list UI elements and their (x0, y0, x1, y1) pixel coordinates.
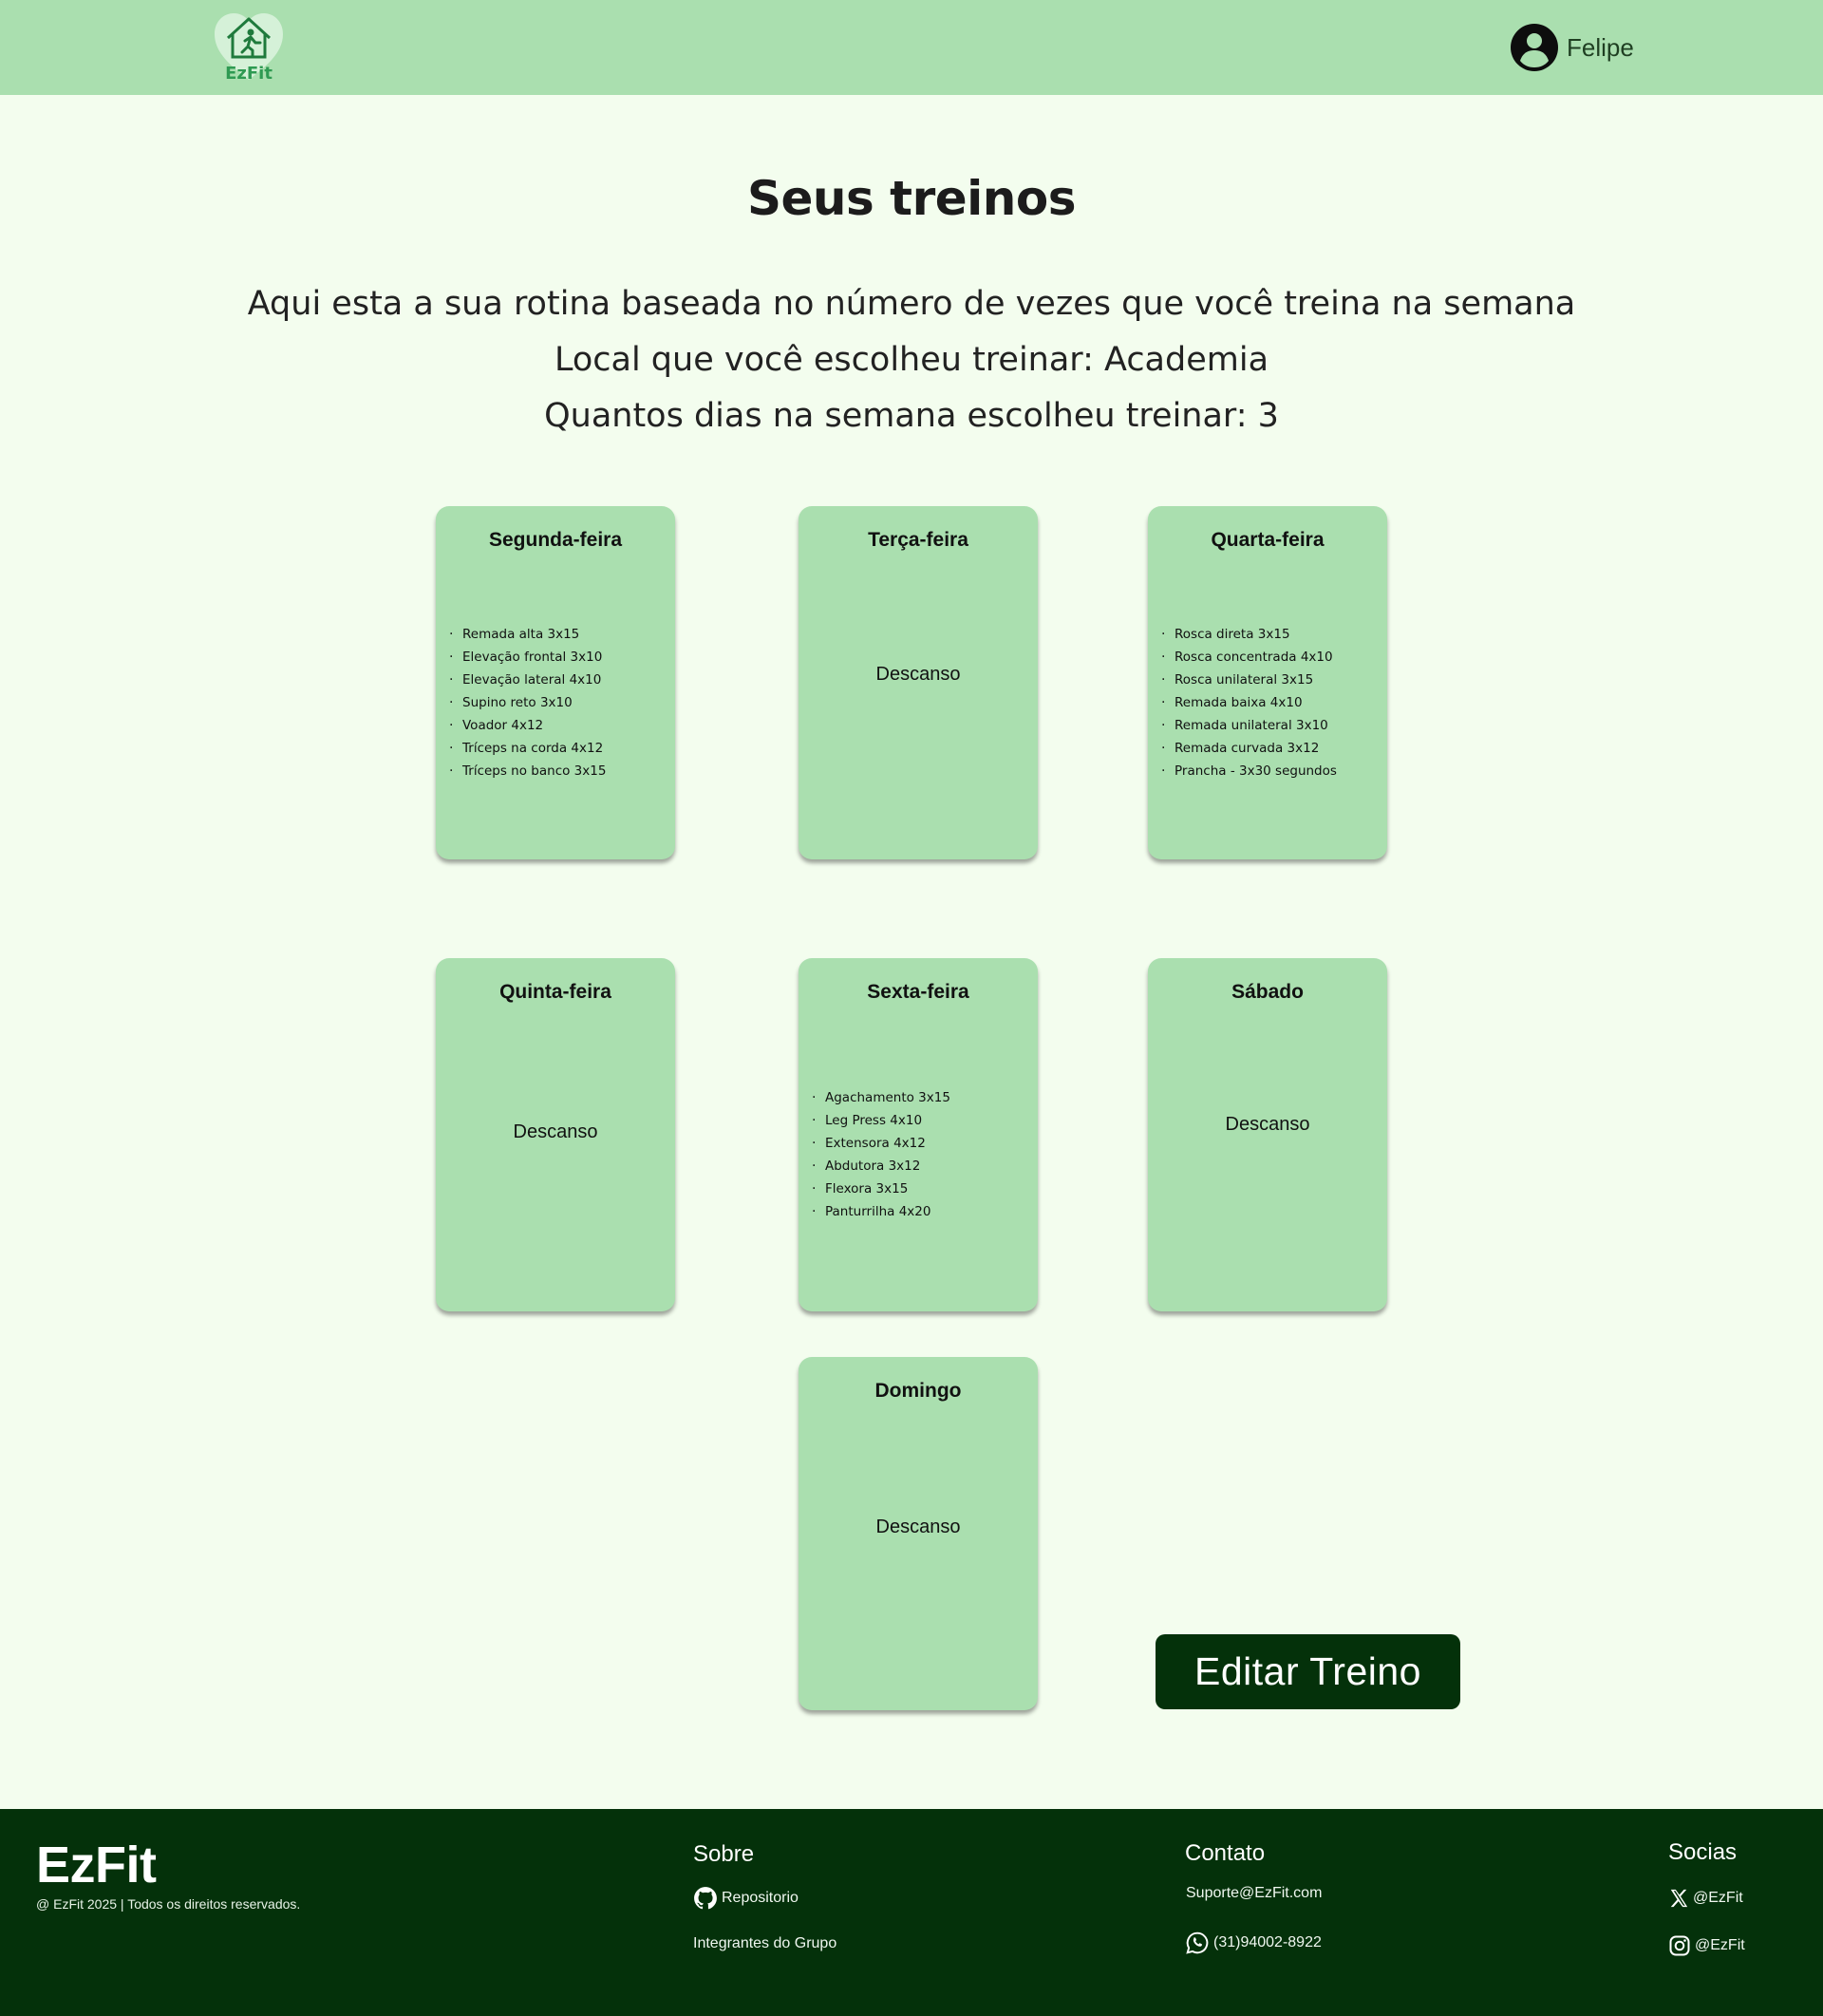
exercise-item: Remada curvada 3x12 (1161, 737, 1337, 760)
whatsapp-icon (1186, 1931, 1209, 1954)
exercise-item: Leg Press 4x10 (812, 1109, 950, 1132)
exercise-item: Remada unilateral 3x10 (1161, 714, 1337, 737)
footer-email-link[interactable]: Suporte@EzFit.com (1186, 1885, 1322, 1902)
x-icon (1670, 1889, 1688, 1908)
footer-brand: EzFit (36, 1837, 157, 1894)
exercise-item: Remada baixa 4x10 (1161, 691, 1337, 714)
github-icon (694, 1887, 717, 1910)
exercise-item: Rosca concentrada 4x10 (1161, 646, 1337, 669)
exercise-item: Voador 4x12 (449, 714, 606, 737)
user-avatar-icon[interactable] (1510, 23, 1559, 72)
exercise-item: Remada alta 3x15 (449, 623, 606, 646)
footer-social-heading: Socias (1668, 1839, 1738, 1865)
day-card-terca: Terça-feira Descanso (799, 506, 1038, 859)
svg-text:EzFit: EzFit (225, 64, 273, 84)
footer-contact-heading: Contato (1185, 1840, 1266, 1866)
repo-link-label[interactable]: Repositorio (722, 1890, 799, 1907)
day-card-sexta: Sexta-feira Agachamento 3x15 Leg Press 4… (799, 958, 1038, 1311)
user-name[interactable]: Felipe (1567, 33, 1634, 63)
exercise-list: Remada alta 3x15 Elevação frontal 3x10 E… (449, 623, 606, 782)
email-label[interactable]: Suporte@EzFit.com (1186, 1885, 1322, 1902)
day-title: Segunda-feira (488, 529, 623, 551)
user-menu[interactable]: Felipe (1510, 23, 1634, 72)
phone-label[interactable]: (31)94002-8922 (1213, 1934, 1322, 1951)
training-days-count: Quantos dias na semana escolheu treinar:… (544, 397, 1279, 435)
day-card-quarta: Quarta-feira Rosca direta 3x15 Rosca con… (1148, 506, 1387, 859)
footer-copyright: @ EzFit 2025 | Todos os direitos reserva… (36, 1896, 301, 1912)
day-title: Terça-feira (868, 529, 968, 551)
exercise-item: Supino reto 3x10 (449, 691, 606, 714)
day-title: Sábado (1231, 981, 1304, 1003)
rest-label: Descanso (875, 1517, 961, 1537)
day-card-domingo: Domingo Descanso (799, 1357, 1038, 1710)
day-card-segunda: Segunda-feira Remada alta 3x15 Elevação … (436, 506, 675, 859)
training-location: Local que você escolheu treinar: Academi… (554, 341, 1269, 379)
footer-x-link[interactable]: @EzFit (1668, 1888, 1743, 1909)
day-title: Domingo (874, 1380, 962, 1402)
instagram-handle[interactable]: @EzFit (1695, 1937, 1745, 1954)
footer-phone-link[interactable]: (31)94002-8922 (1185, 1931, 1322, 1955)
instagram-icon (1669, 1935, 1690, 1956)
routine-intro: Aqui esta a sua rotina baseada no número… (247, 285, 1576, 323)
ezfit-logo-icon[interactable]: EzFit (213, 11, 285, 84)
exercise-item: Prancha - 3x30 segundos (1161, 760, 1337, 782)
exercise-item: Rosca direta 3x15 (1161, 623, 1337, 646)
exercise-item: Elevação frontal 3x10 (449, 646, 606, 669)
footer-instagram-link[interactable]: @EzFit (1668, 1934, 1745, 1957)
footer-members-link[interactable]: Integrantes do Grupo (693, 1935, 836, 1952)
exercise-item: Extensora 4x12 (812, 1132, 950, 1155)
edit-workout-button[interactable]: Editar Treino (1156, 1634, 1460, 1709)
day-title: Sexta-feira (867, 981, 969, 1003)
rest-label: Descanso (513, 1121, 598, 1142)
page-title: Seus treinos (746, 171, 1077, 226)
day-title: Quinta-feira (499, 981, 611, 1003)
exercise-item: Agachamento 3x15 (812, 1086, 950, 1109)
exercise-item: Panturrilha 4x20 (812, 1200, 950, 1223)
exercise-item: Abdutora 3x12 (812, 1155, 950, 1178)
day-card-sabado: Sábado Descanso (1148, 958, 1387, 1311)
x-handle[interactable]: @EzFit (1693, 1890, 1743, 1907)
rest-label: Descanso (1225, 1114, 1310, 1135)
exercise-item: Flexora 3x15 (812, 1178, 950, 1200)
exercise-list: Agachamento 3x15 Leg Press 4x10 Extensor… (812, 1086, 950, 1223)
exercise-list: Rosca direta 3x15 Rosca concentrada 4x10… (1161, 623, 1337, 782)
rest-label: Descanso (875, 664, 961, 685)
exercise-item: Rosca unilateral 3x15 (1161, 669, 1337, 691)
exercise-item: Tríceps na corda 4x12 (449, 737, 606, 760)
exercise-item: Elevação lateral 4x10 (449, 669, 606, 691)
day-card-quinta: Quinta-feira Descanso (436, 958, 675, 1311)
footer-about-heading: Sobre (693, 1841, 755, 1867)
top-bar: EzFit Felipe (0, 0, 1823, 95)
footer-repo-link[interactable]: Repositorio (693, 1886, 799, 1911)
members-link-label[interactable]: Integrantes do Grupo (693, 1935, 836, 1952)
footer: EzFit @ EzFit 2025 | Todos os direitos r… (0, 1809, 1823, 2016)
day-title: Quarta-feira (1211, 529, 1325, 551)
exercise-item: Tríceps no banco 3x15 (449, 760, 606, 782)
